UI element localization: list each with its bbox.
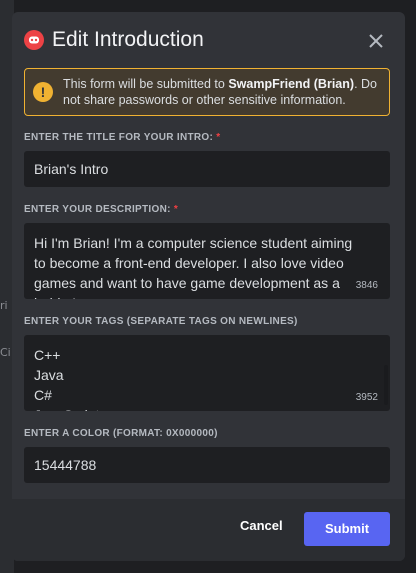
close-icon[interactable] bbox=[365, 30, 387, 52]
description-char-counter: 3846 bbox=[355, 280, 378, 291]
cancel-button[interactable]: Cancel bbox=[240, 518, 283, 533]
submit-button[interactable]: Submit bbox=[304, 512, 390, 546]
modal-footer: Cancel Submit bbox=[12, 499, 405, 561]
title-field-label: ENTER THE TITLE FOR YOUR INTRO: * bbox=[24, 132, 220, 143]
warning-icon: ! bbox=[33, 82, 53, 102]
background-text: ri bbox=[0, 299, 8, 312]
tags-field-label: ENTER YOUR TAGS (SEPARATE TAGS ON NEWLIN… bbox=[24, 316, 298, 327]
title-input[interactable]: Brian's Intro bbox=[24, 151, 390, 187]
tags-scrollbar[interactable] bbox=[384, 365, 388, 405]
color-input[interactable]: 15444788 bbox=[24, 447, 390, 483]
title-label-text: ENTER THE TITLE FOR YOUR INTRO: bbox=[24, 132, 214, 143]
discord-logo-icon bbox=[24, 30, 44, 50]
warning-notice: ! This form will be submitted to SwampFr… bbox=[24, 68, 390, 116]
warning-app-name: SwampFriend (Brian) bbox=[228, 77, 355, 91]
background-text: Ci bbox=[0, 346, 11, 359]
warning-prefix: This form will be submitted to bbox=[63, 77, 229, 91]
color-field-label: ENTER A COLOR (FORMAT: 0X000000) bbox=[24, 428, 218, 439]
required-marker: * bbox=[173, 204, 179, 215]
description-value: Hi I'm Brian! I'm a computer science stu… bbox=[34, 235, 353, 299]
tags-char-counter: 3952 bbox=[355, 392, 378, 403]
modal-title: Edit Introduction bbox=[52, 28, 204, 51]
warning-text: This form will be submitted to SwampFrie… bbox=[63, 76, 381, 108]
tags-label-text: ENTER YOUR TAGS (SEPARATE TAGS ON NEWLIN… bbox=[24, 316, 298, 327]
description-textarea[interactable]: Hi I'm Brian! I'm a computer science stu… bbox=[24, 223, 390, 299]
required-marker: * bbox=[216, 132, 221, 143]
tags-value: C++ Java C# JavaScript bbox=[34, 347, 99, 411]
tags-textarea[interactable]: C++ Java C# JavaScript 3952 bbox=[24, 335, 390, 411]
color-label-text: ENTER A COLOR (FORMAT: 0X000000) bbox=[24, 428, 218, 439]
description-label-text: ENTER YOUR DESCRIPTION: bbox=[24, 204, 171, 215]
edit-introduction-modal: Edit Introduction ! This form will be su… bbox=[12, 12, 405, 561]
modal-header: Edit Introduction bbox=[12, 12, 405, 68]
description-field-label: ENTER YOUR DESCRIPTION: * bbox=[24, 204, 178, 215]
